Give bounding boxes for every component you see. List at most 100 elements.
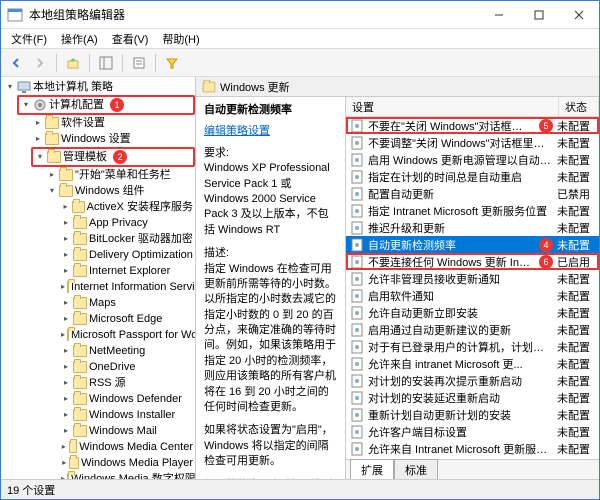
chevron-right-icon[interactable]: ▸ [61, 282, 65, 292]
badge-2: 2 [113, 150, 127, 164]
tree-item[interactable]: ▸Windows Installer [59, 407, 195, 423]
chevron-right-icon[interactable]: ▸ [61, 378, 71, 388]
tree-item[interactable]: ▸Delivery Optimization [59, 247, 195, 263]
chevron-right-icon[interactable]: ▸ [61, 314, 71, 324]
settings-row[interactable]: 指定 Intranet Microsoft 更新服务位置未配置 [346, 202, 599, 219]
chevron-down-icon[interactable]: ▾ [35, 152, 45, 162]
tree-item[interactable]: ▸Windows Mail [59, 423, 195, 439]
settings-list[interactable]: 不要在"关闭 Windows"对话框显示"安装更新并关机"5未配置不要调整"关闭… [346, 117, 599, 459]
filter-button[interactable] [161, 52, 183, 74]
settings-row[interactable]: 不要连接任何 Windows 更新 Internet 位置6已启用 [346, 253, 599, 270]
statusbar: 19 个设置 [1, 479, 599, 499]
settings-row[interactable]: 对于有已登录用户的计算机，计划的自动更新安装不执行重...未配置 [346, 338, 599, 355]
settings-row[interactable]: 推迟升级和更新未配置 [346, 219, 599, 236]
settings-row[interactable]: 启用 Windows 更新电源管理以自动唤醒系统来安装计划的...未配置 [346, 151, 599, 168]
tree-item[interactable]: ▸Internet Information Services [59, 279, 195, 295]
policy-icon [350, 153, 364, 167]
chevron-right-icon[interactable]: ▸ [33, 134, 43, 144]
policy-icon [350, 272, 364, 286]
tree-item[interactable]: ▸RSS 源 [59, 375, 195, 391]
tree-root[interactable]: ▾ 本地计算机 策略 [3, 79, 195, 95]
chevron-right-icon[interactable]: ▸ [61, 298, 71, 308]
tab-standard[interactable]: 标准 [394, 459, 438, 479]
settings-row[interactable]: 重新计划自动更新计划的安装未配置 [346, 406, 599, 423]
chevron-right-icon[interactable]: ▸ [61, 394, 71, 404]
folder-icon [67, 329, 69, 341]
badge: 4 [539, 238, 553, 252]
chevron-right-icon[interactable]: ▸ [61, 250, 71, 260]
settings-row[interactable]: 允许客户端目标设置未配置 [346, 423, 599, 440]
tab-extended[interactable]: 扩展 [350, 459, 394, 479]
menu-view[interactable]: 查看(V) [106, 29, 155, 49]
tree-start-taskbar[interactable]: ▸"开始"菜单和任务栏 [45, 167, 195, 183]
tree-item[interactable]: ▸Windows Media 数字权限管理 [59, 471, 195, 479]
chevron-right-icon[interactable]: ▸ [61, 362, 71, 372]
tree-item[interactable]: ▸OneDrive [59, 359, 195, 375]
settings-row[interactable]: 不要调整"关闭 Windows"对话框里的"安装更新并关机"的默...未配置 [346, 134, 599, 151]
maximize-button[interactable] [519, 1, 559, 29]
settings-row[interactable]: 对计划的安装再次提示重新启动未配置 [346, 372, 599, 389]
chevron-right-icon[interactable]: ▸ [61, 426, 71, 436]
settings-row[interactable]: 允许自动更新立即安装未配置 [346, 304, 599, 321]
chevron-right-icon[interactable]: ▸ [61, 202, 70, 212]
badge-1: 1 [110, 98, 124, 112]
folder-icon [73, 409, 87, 421]
col-state[interactable]: 状态 [559, 97, 599, 116]
tree-item[interactable]: ▸Windows Defender [59, 391, 195, 407]
properties-button[interactable] [128, 52, 150, 74]
settings-row[interactable]: 允许非管理员接收更新通知未配置 [346, 270, 599, 287]
tree-item[interactable]: ▸Microsoft Edge [59, 311, 195, 327]
folder-icon [73, 345, 87, 357]
chevron-right-icon[interactable]: ▸ [61, 410, 71, 420]
chevron-right-icon[interactable]: ▸ [47, 170, 57, 180]
tree-admin-templates[interactable]: ▾管理模板2 [31, 147, 195, 167]
chevron-right-icon[interactable]: ▸ [61, 458, 67, 468]
chevron-right-icon[interactable]: ▸ [61, 330, 65, 340]
chevron-down-icon[interactable]: ▾ [47, 186, 57, 196]
chevron-down-icon[interactable]: ▾ [5, 82, 15, 92]
settings-row[interactable]: 允许来自 Intranet Microsoft 更新服务位置的签名更新未配置 [346, 440, 599, 457]
tree-item[interactable]: ▸Maps [59, 295, 195, 311]
chevron-right-icon[interactable]: ▸ [61, 266, 71, 276]
minimize-button[interactable] [479, 1, 519, 29]
settings-row[interactable]: 配置自动更新已禁用 [346, 185, 599, 202]
tree-software-settings[interactable]: ▸软件设置 [31, 115, 195, 131]
chevron-right-icon[interactable]: ▸ [61, 346, 71, 356]
tree-item[interactable]: ▸NetMeeting [59, 343, 195, 359]
tree-item[interactable]: ▸ActiveX 安装程序服务 [59, 199, 195, 215]
tree-windows-settings[interactable]: ▸Windows 设置 [31, 131, 195, 147]
settings-row[interactable]: 自动更新检测频率4未配置 [346, 236, 599, 253]
policy-icon [350, 408, 364, 422]
settings-row[interactable]: 启用通过自动更新建议的更新未配置 [346, 321, 599, 338]
chevron-right-icon[interactable]: ▸ [61, 234, 71, 244]
tree-item[interactable]: ▸Internet Explorer [59, 263, 195, 279]
chevron-right-icon[interactable]: ▸ [61, 442, 67, 452]
back-button[interactable] [5, 52, 27, 74]
tree-item[interactable]: ▸BitLocker 驱动器加密 [59, 231, 195, 247]
up-button[interactable] [62, 52, 84, 74]
col-setting[interactable]: 设置 [346, 97, 559, 116]
forward-button[interactable] [29, 52, 51, 74]
folder-icon [203, 81, 216, 92]
settings-row[interactable]: 启用软件通知未配置 [346, 287, 599, 304]
settings-row[interactable]: 允许来自 intranet Microsoft 更...未配置 [346, 355, 599, 372]
settings-row[interactable]: 指定在计划的时间总是自动重启未配置 [346, 168, 599, 185]
tree-item[interactable]: ▸Windows Media Player [59, 455, 195, 471]
tree-pane[interactable]: ▾ 本地计算机 策略 ▾ 计算机配置 1 [1, 77, 196, 479]
chevron-right-icon[interactable]: ▸ [33, 118, 43, 128]
tree-item[interactable]: ▸Windows Media Center [59, 439, 195, 455]
close-button[interactable] [559, 1, 599, 29]
menu-help[interactable]: 帮助(H) [156, 29, 205, 49]
tree-computer-config[interactable]: ▾ 计算机配置 1 [17, 95, 195, 115]
chevron-right-icon[interactable]: ▸ [61, 218, 71, 228]
menu-file[interactable]: 文件(F) [5, 29, 53, 49]
tree-item[interactable]: ▸App Privacy [59, 215, 195, 231]
settings-row[interactable]: 对计划的安装延迟重新启动未配置 [346, 389, 599, 406]
tree-item[interactable]: ▸Microsoft Passport for Work [59, 327, 195, 343]
settings-row[interactable]: 不要在"关闭 Windows"对话框显示"安装更新并关机"5未配置 [346, 117, 599, 134]
menu-action[interactable]: 操作(A) [55, 29, 104, 49]
show-hide-tree-button[interactable] [95, 52, 117, 74]
edit-policy-link[interactable]: 编辑策略设置 [204, 124, 337, 139]
chevron-down-icon[interactable]: ▾ [21, 100, 31, 110]
tree-windows-components[interactable]: ▾Windows 组件 [45, 183, 195, 199]
